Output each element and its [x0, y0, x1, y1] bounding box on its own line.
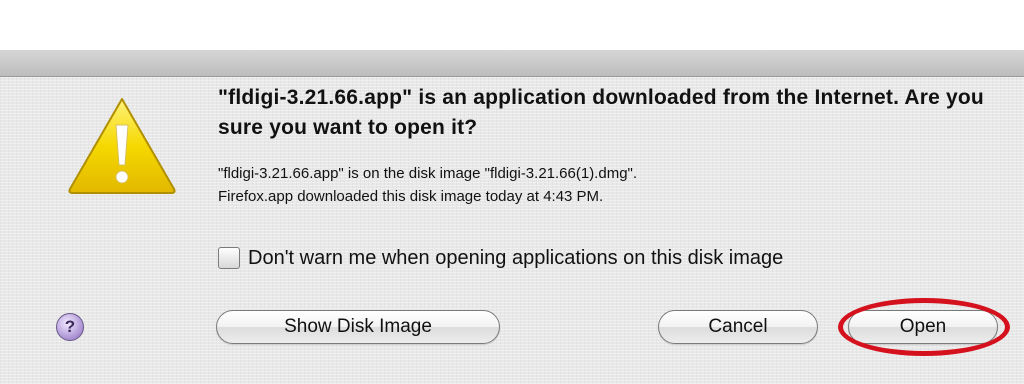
warning-triangle-icon [68, 98, 176, 194]
help-button[interactable]: ? [56, 313, 84, 341]
dialog-info: "fldigi-3.21.66.app" is on the disk imag… [218, 162, 1008, 208]
top-strip [0, 0, 1024, 50]
security-alert-dialog: "fldigi-3.21.66.app" is an application d… [0, 50, 1024, 384]
info-disk-image-line: "fldigi-3.21.66.app" is on the disk imag… [218, 165, 638, 182]
dont-warn-checkbox[interactable] [218, 247, 240, 269]
cancel-button[interactable]: Cancel [658, 310, 818, 344]
show-disk-image-button[interactable]: Show Disk Image [216, 310, 500, 344]
open-button[interactable]: Open [848, 310, 998, 344]
info-download-line: Firefox.app downloaded this disk image t… [218, 188, 604, 205]
dont-warn-checkbox-row[interactable]: Don't warn me when opening applications … [218, 244, 783, 272]
dialog-titlebar [0, 50, 1024, 77]
dont-warn-checkbox-label[interactable]: Don't warn me when opening applications … [248, 247, 783, 270]
dialog-headline: "fldigi-3.21.66.app" is an application d… [218, 86, 984, 139]
help-icon: ? [64, 317, 76, 336]
